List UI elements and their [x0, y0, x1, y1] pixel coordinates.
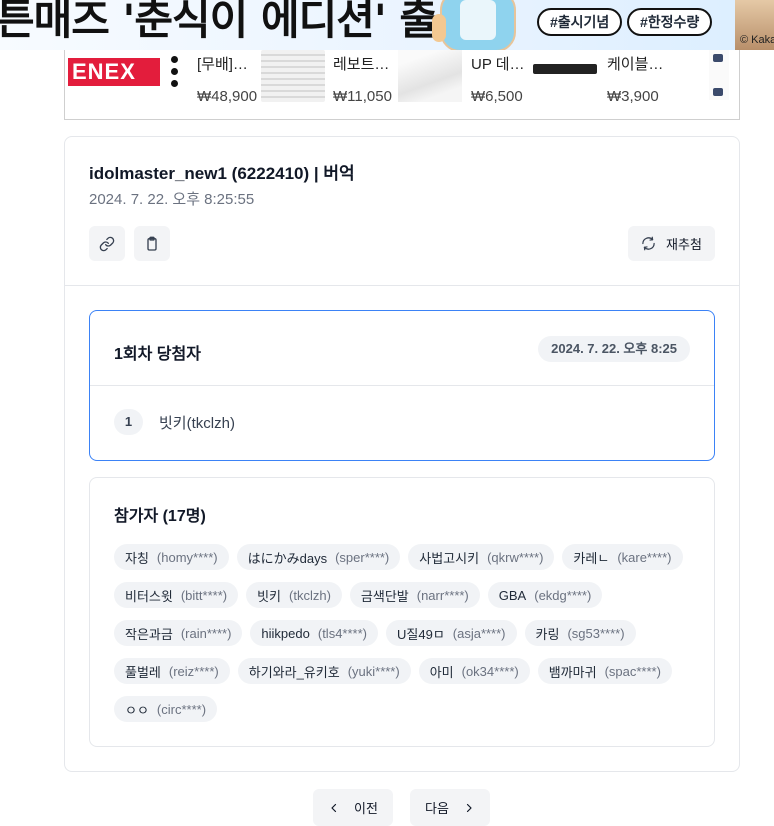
- product-name: 레보트…: [333, 56, 390, 73]
- product-card[interactable]: UP 데… ₩6,500: [471, 50, 607, 119]
- refresh-icon: [641, 236, 656, 251]
- product-price: ₩6,500: [471, 88, 523, 105]
- previous-button[interactable]: 이전: [313, 789, 393, 826]
- participant-chip: 뱀까마귀 (spac****): [537, 658, 672, 684]
- participants-panel: 참가자 (17명) 자칭 (homy****) はにかみdays (sper****…: [89, 477, 715, 747]
- participant-chip: 금색단발 (narr****): [349, 582, 480, 608]
- banner-copyright: © Kakao: [740, 34, 774, 46]
- product-name: UP 데…: [471, 56, 525, 73]
- participant-chip: 작은과금 (rain****): [114, 620, 243, 646]
- participant-chip: 사법고시키 (qkrw****): [408, 544, 555, 570]
- participant-chip: 아미 (ok34****): [418, 658, 530, 684]
- brand-logo[interactable]: ENEX: [68, 58, 160, 86]
- post-title: idolmaster_new1 (6222410) | 버억: [89, 164, 355, 183]
- participants-title: 참가자 (17명): [114, 508, 206, 525]
- round-time-badge: 2024. 7. 22. 오후 8:25: [538, 336, 690, 362]
- product-name: [무배]…: [197, 56, 248, 73]
- participant-chip: 카레ㄴ (kare****): [562, 544, 683, 570]
- participant-chip: はにかみdays (sper****): [236, 544, 401, 570]
- participant-chip: GBA (ekdg****): [487, 582, 603, 608]
- copy-result-button[interactable]: [134, 226, 170, 261]
- divider: [65, 285, 739, 286]
- participant-chip: hiikpedo (tls4****): [250, 620, 378, 646]
- winner-name: 빗키(tkclzh): [159, 414, 235, 432]
- banner-tag: #출시기념: [537, 8, 623, 36]
- product-thumbnail[interactable]: [533, 64, 597, 74]
- clipboard-icon: [144, 236, 160, 252]
- shopping-ad[interactable]: ENEX [무배]… ₩48,900 레보트… ₩11,050 UP 데… ₩6…: [64, 50, 740, 120]
- next-button[interactable]: 다음: [410, 789, 490, 826]
- draw-date: 2024. 7. 22. 오후 8:25:55: [89, 191, 255, 208]
- banner-headline: 튼매즈 '춘식이 에디션' 출시: [0, 0, 476, 44]
- previous-label: 이전: [354, 801, 378, 816]
- participant-chip: 풀벌레 (reiz****): [114, 658, 230, 684]
- participant-chip: 카링 (sg53****): [524, 620, 636, 646]
- product-thumbnail[interactable]: [398, 50, 462, 102]
- winners-panel: 1회차 당첨자 2024. 7. 22. 오후 8:25 1 빗키(tkclzh…: [89, 310, 715, 461]
- participant-chip: 자칭 (homy****): [114, 544, 229, 570]
- redraw-label: 재추첨: [666, 237, 702, 252]
- next-label: 다음: [425, 801, 449, 816]
- draw-result-card: idolmaster_new1 (6222410) | 버억 2024. 7. …: [64, 136, 740, 772]
- product-name: 케이블…: [607, 56, 664, 73]
- product-thumbnail[interactable]: [709, 50, 729, 100]
- banner-character-image: [432, 0, 516, 50]
- participant-chip: 비터스윗 (bitt****): [114, 582, 239, 608]
- participant-chip: ㅇㅇ (circ****): [114, 696, 218, 722]
- participant-list: 자칭 (homy****) はにかみdays (sper****) 사법고시키 (qk…: [114, 544, 704, 722]
- winner-rank: 1: [114, 409, 143, 435]
- participant-chip: 빗키 (tkclzh): [246, 582, 342, 608]
- banner-tag: #한정수량: [627, 8, 713, 36]
- product-price: ₩48,900: [197, 88, 258, 105]
- banner-ad[interactable]: 튼매즈 '춘식이 에디션' 출시 #출시기념 #한정수량 © Kakao: [0, 0, 774, 50]
- divider: [90, 385, 714, 386]
- product-price: ₩11,050: [333, 88, 392, 105]
- redraw-button[interactable]: 재추첨: [628, 226, 715, 261]
- chevron-right-icon: [463, 802, 475, 814]
- product-price: ₩3,900: [607, 88, 659, 105]
- chevron-left-icon: [328, 802, 340, 814]
- participant-chip: U질49ㅁ (asja****): [385, 620, 517, 646]
- winners-title: 1회차 당첨자: [114, 346, 201, 363]
- link-icon: [99, 236, 115, 252]
- participant-chip: 하기와라_유키호 (yuki****): [237, 658, 411, 684]
- more-options-icon[interactable]: [171, 56, 179, 92]
- winner-row: 1 빗키(tkclzh): [114, 409, 235, 435]
- product-thumbnail[interactable]: [261, 50, 325, 102]
- copy-link-button[interactable]: [89, 226, 125, 261]
